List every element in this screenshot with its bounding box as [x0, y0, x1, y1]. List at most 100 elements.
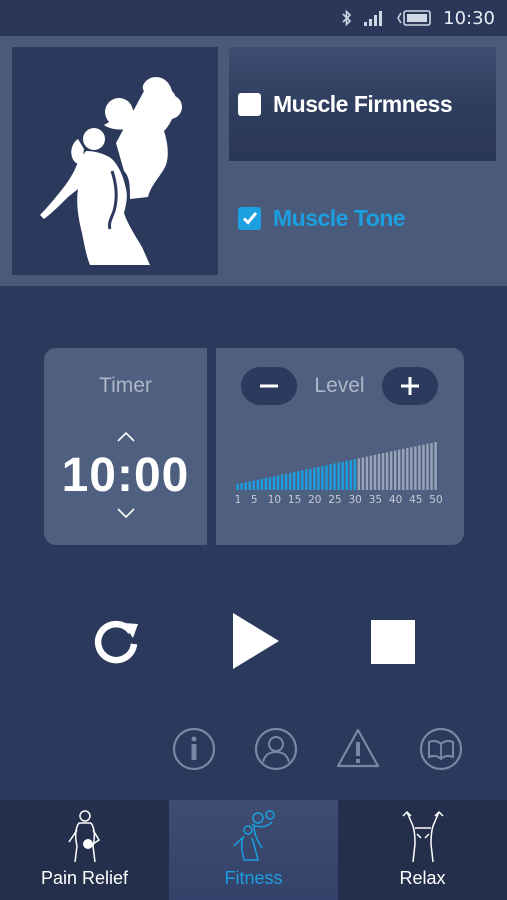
stop-button[interactable]: [367, 616, 419, 668]
level-bar: [402, 448, 405, 490]
level-bar: [365, 456, 369, 490]
level-bar: [410, 447, 413, 490]
level-bar: [321, 466, 324, 490]
level-bar: [325, 465, 328, 490]
level-bar: [252, 480, 255, 490]
level-bar: [288, 472, 292, 490]
fitness-icon: [232, 810, 275, 861]
level-bar: [398, 449, 401, 490]
checkmark-icon: [242, 212, 257, 225]
level-tick-labels: 1 5 10 15 20 25 30 35 40 45 50: [234, 494, 443, 508]
status-time: 10:30: [443, 7, 495, 29]
tab-label-pain-relief: Pain Relief: [40, 868, 129, 888]
level-tick-label: 40: [388, 494, 403, 506]
play-button[interactable]: [224, 608, 286, 674]
signal-icon: [364, 11, 383, 26]
tab-label-fitness: Fitness: [224, 868, 283, 888]
firmness-label: Muscle Firmness: [273, 90, 453, 117]
level-bar: [349, 460, 352, 490]
level-tick-label: 35: [368, 494, 383, 506]
level-bar: [414, 446, 417, 490]
status-bar: 10:30: [0, 0, 507, 36]
timer-panel: Timer 10:00: [44, 348, 207, 545]
level-bar: [381, 453, 385, 490]
level-bar: [268, 477, 272, 490]
stop-icon: [371, 620, 415, 664]
timer-value: 10:00: [61, 449, 190, 502]
level-tick-label: 15: [287, 494, 302, 506]
level-bar: [337, 462, 340, 490]
level-bar: [393, 450, 397, 490]
level-bar: [357, 458, 361, 490]
info-icon[interactable]: [171, 726, 217, 772]
level-bar: [345, 460, 348, 490]
level-bar: [377, 454, 381, 490]
level-bar: [341, 461, 344, 490]
level-bar: [244, 482, 247, 490]
level-bar: [422, 444, 425, 490]
control-card: Timer 10:00 Level 1 5 10 15 20 25 30 35 40 45 50: [44, 348, 464, 545]
battery-icon: [397, 10, 431, 26]
level-bar: [248, 481, 251, 490]
level-bar: [373, 454, 377, 490]
level-bar: [389, 451, 393, 490]
bottom-nav: Pain Relief Fitness Relax: [0, 800, 507, 900]
level-bar: [369, 455, 373, 490]
level-tick-label: 1: [234, 494, 242, 506]
card-divider: [207, 348, 216, 545]
level-bar: [272, 476, 276, 490]
timer-down-icon[interactable]: [115, 506, 137, 520]
level-increase-button[interactable]: [382, 367, 438, 405]
tone-label: Muscle Tone: [273, 204, 406, 231]
level-label: Level: [314, 374, 365, 397]
tab-label-relax: Relax: [399, 868, 446, 888]
level-bar: [301, 470, 304, 490]
level-tick-label: 25: [328, 494, 342, 506]
level-bar: [292, 472, 296, 490]
level-tick-label: 5: [250, 494, 258, 506]
bluetooth-icon: [342, 9, 352, 27]
timer-up-icon[interactable]: [115, 430, 137, 444]
tone-checkbox[interactable]: [238, 206, 261, 230]
minus-icon: [260, 384, 278, 388]
level-bar: [309, 468, 312, 490]
level-bar: [406, 448, 409, 490]
level-bar: [256, 479, 260, 490]
mode-muscle-firmness[interactable]: Muscle Firmness: [229, 47, 496, 161]
user-icon[interactable]: [253, 726, 299, 772]
level-bar: [236, 484, 239, 490]
level-bar: [418, 445, 421, 490]
level-bar: [385, 452, 389, 490]
level-tick-label: 45: [409, 494, 423, 506]
play-icon: [233, 613, 279, 669]
level-bar: [434, 442, 437, 490]
level-tick-label: 20: [308, 494, 322, 506]
level-bar: [276, 475, 280, 490]
tab-pain-relief[interactable]: Pain Relief: [0, 800, 169, 900]
level-bar: [305, 469, 308, 490]
level-panel: Level 1 5 10 15 20 25 30 35 40 45 50: [216, 348, 464, 545]
relax-icon: [401, 810, 444, 863]
level-bar: [260, 478, 264, 490]
tab-relax[interactable]: Relax: [338, 800, 507, 900]
level-bar: [361, 457, 365, 490]
level-tick-label: 10: [267, 494, 282, 506]
level-bar: [240, 483, 243, 490]
warning-icon[interactable]: [335, 726, 381, 772]
timer-label: Timer: [99, 374, 152, 397]
level-bar: [430, 442, 433, 490]
level-bar: [264, 478, 268, 490]
level-bar: [333, 463, 336, 490]
tab-fitness[interactable]: Fitness: [169, 800, 338, 900]
replay-icon: [94, 620, 138, 664]
level-decrease-button[interactable]: [241, 367, 297, 405]
replay-button[interactable]: [88, 612, 144, 668]
firmness-checkbox[interactable]: [238, 92, 261, 116]
level-bar: [317, 466, 320, 490]
fitness-couple-image: [12, 47, 218, 275]
playback-controls: [0, 600, 507, 685]
mode-muscle-tone[interactable]: Muscle Tone: [229, 176, 496, 260]
help-icons-row: [0, 726, 507, 776]
manual-icon[interactable]: [418, 726, 464, 772]
level-bar: [280, 474, 284, 490]
